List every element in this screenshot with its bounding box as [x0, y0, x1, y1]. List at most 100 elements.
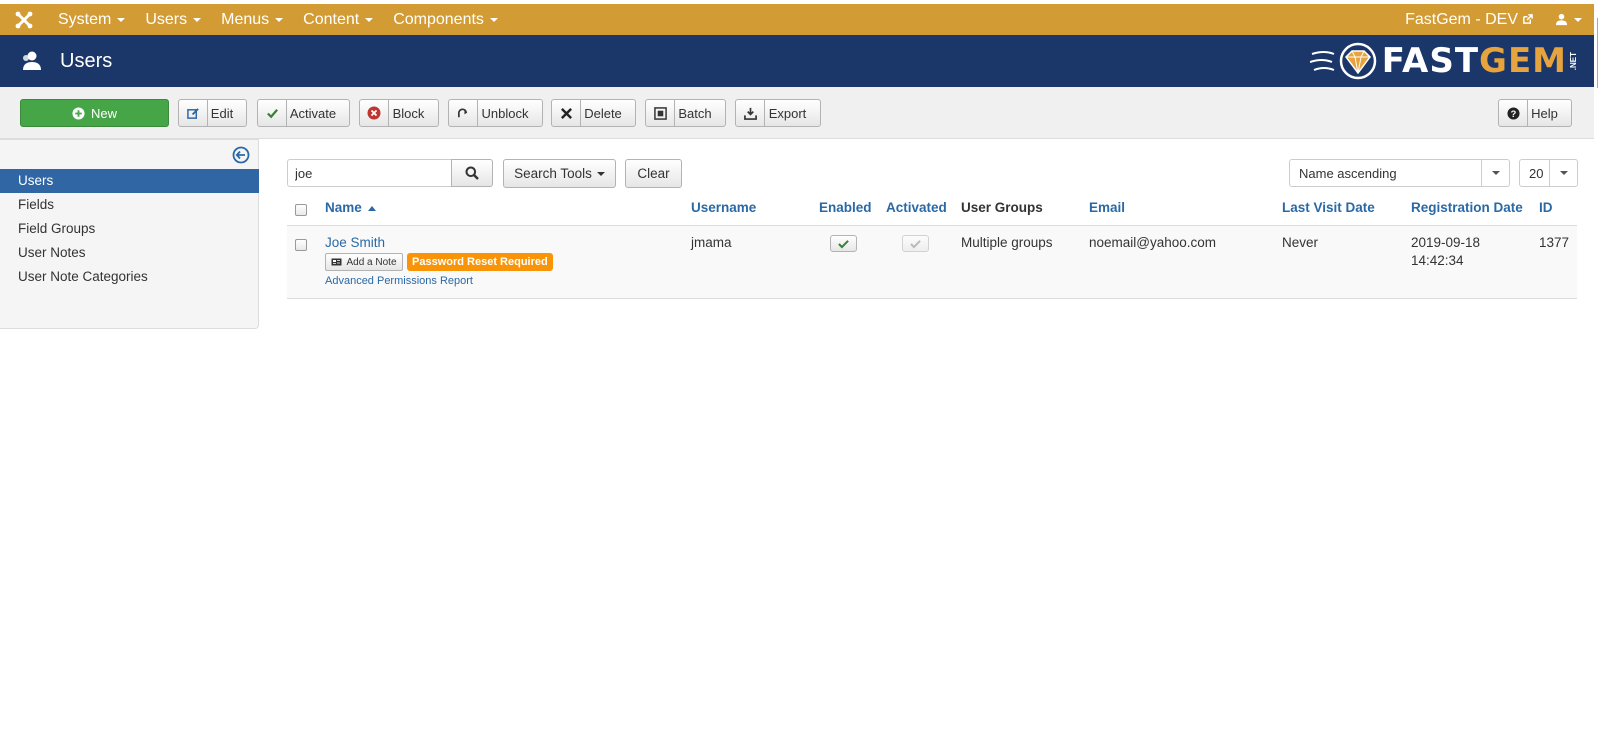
caret-down-icon [365, 17, 374, 22]
block-button[interactable]: Block [359, 99, 439, 127]
logo-gem: GEM [1479, 41, 1567, 81]
column-header-id[interactable]: ID [1539, 200, 1553, 215]
check-icon [838, 239, 849, 248]
sidebar-item-field-groups[interactable]: Field Groups [0, 217, 259, 241]
search-button[interactable] [451, 159, 493, 187]
caret-down-icon [193, 17, 202, 22]
menu-system[interactable]: System [48, 4, 135, 35]
batch-button-label: Batch [678, 105, 712, 121]
svg-text:?: ? [1510, 108, 1516, 118]
activate-button-label: Activate [289, 105, 337, 121]
site-link[interactable]: FastGem - DEV [1395, 11, 1543, 29]
limit-select[interactable]: 20 [1519, 159, 1578, 187]
select-all-checkbox[interactable] [295, 204, 307, 216]
redo-icon [449, 100, 478, 126]
chevron-down-icon [1549, 160, 1577, 186]
ordering-select[interactable]: Name ascending [1289, 159, 1510, 187]
sidebar-item-label: Users [18, 173, 54, 188]
caret-down-icon [489, 17, 498, 22]
top-menu-bar: System Users Menus Content Components Fa… [0, 4, 1604, 35]
question-circle-icon: ? [1499, 100, 1528, 126]
help-button-label: Help [1531, 105, 1558, 121]
menu-users-label: Users [145, 10, 188, 28]
menu-menus-label: Menus [221, 10, 270, 28]
batch-button[interactable]: Batch [645, 99, 726, 127]
search-input[interactable] [287, 159, 452, 187]
sort-ascending-icon [367, 206, 376, 212]
window-scrollbar[interactable] [1594, 0, 1604, 754]
page-title: Users [60, 49, 113, 72]
edit-button[interactable]: Edit [178, 99, 247, 127]
sidebar-item-label: User Notes [18, 245, 86, 260]
column-header-user-groups: User Groups [961, 200, 1043, 215]
check-icon [910, 239, 921, 248]
site-link-label: FastGem - DEV [1405, 10, 1518, 28]
email-cell: noemail@yahoo.com [1089, 235, 1217, 250]
enabled-toggle[interactable] [830, 235, 857, 252]
menu-system-label: System [58, 10, 112, 28]
column-header-username[interactable]: Username [691, 200, 756, 215]
activate-button[interactable]: Activate [257, 99, 350, 127]
plus-circle-icon [72, 100, 85, 126]
id-cell: 1377 [1539, 235, 1570, 250]
sidebar-item-user-note-categories[interactable]: User Note Categories [0, 265, 259, 289]
user-icon [1555, 13, 1568, 26]
export-button-label: Export [768, 105, 807, 121]
menu-content-label: Content [303, 10, 360, 28]
note-icon [331, 258, 342, 266]
column-header-activated[interactable]: Activated [886, 200, 947, 215]
add-note-label: Add a Note [346, 256, 397, 268]
unblock-button[interactable]: Unblock [448, 99, 543, 127]
menu-components-label: Components [393, 10, 484, 28]
help-button[interactable]: ? Help [1498, 99, 1572, 127]
column-header-registration-date[interactable]: Registration Date [1411, 200, 1523, 215]
menu-components[interactable]: Components [383, 4, 508, 35]
registration-time-cell: 14:42:34 [1411, 253, 1464, 268]
collapse-sidebar-icon[interactable] [232, 146, 250, 164]
user-name-link[interactable]: Joe Smith [325, 235, 385, 250]
row-checkbox[interactable] [295, 239, 307, 251]
joomla-icon[interactable] [0, 4, 48, 35]
check-icon [258, 100, 287, 126]
last-visit-cell: Never [1282, 235, 1319, 250]
clear-button-label: Clear [637, 166, 670, 181]
delete-x-icon [552, 100, 581, 126]
username-cell: jmama [691, 235, 732, 250]
caret-down-icon [1574, 17, 1582, 22]
limit-select-value: 20 [1529, 165, 1544, 181]
column-header-email[interactable]: Email [1089, 200, 1125, 215]
logo-wordmark: FASTGEM [1382, 41, 1567, 81]
export-button[interactable]: Export [735, 99, 821, 127]
new-button-label: New [90, 105, 117, 121]
registration-date-cell: 2019-09-18 [1411, 235, 1481, 250]
users-icon [23, 51, 41, 70]
logo-net: .NET [1569, 51, 1578, 71]
column-header-enabled[interactable]: Enabled [819, 200, 872, 215]
clear-button[interactable]: Clear [625, 159, 682, 188]
column-header-name[interactable]: Name [325, 200, 376, 215]
column-header-last-visit[interactable]: Last Visit Date [1282, 200, 1375, 215]
menu-users[interactable]: Users [135, 4, 211, 35]
external-link-icon [1523, 14, 1533, 24]
add-note-button[interactable]: Add a Note [325, 253, 403, 271]
table-bottom-divider [287, 298, 1577, 299]
search-tools-button[interactable]: Search Tools [503, 159, 616, 188]
sidebar-item-fields[interactable]: Fields [0, 193, 259, 217]
sidebar-item-label: Fields [18, 197, 55, 212]
search-icon [465, 166, 479, 180]
download-icon [736, 100, 765, 126]
delete-button-label: Delete [584, 105, 622, 121]
delete-button[interactable]: Delete [551, 99, 636, 127]
batch-icon [646, 100, 675, 126]
new-button[interactable]: New [20, 99, 169, 127]
menu-menus[interactable]: Menus [211, 4, 293, 35]
chevron-down-icon [1481, 160, 1509, 186]
menu-content[interactable]: Content [293, 4, 383, 35]
sidebar-item-user-notes[interactable]: User Notes [0, 241, 259, 265]
sidebar: Users Fields Field Groups User Notes Use… [0, 139, 259, 329]
logo-fast: FAST [1381, 41, 1480, 81]
sidebar-item-users[interactable]: Users [0, 169, 259, 193]
unblock-button-label: Unblock [481, 105, 529, 121]
page-header: Users FASTGEM .NET [0, 35, 1604, 87]
advanced-permissions-link[interactable]: Advanced Permissions Report [325, 275, 473, 287]
